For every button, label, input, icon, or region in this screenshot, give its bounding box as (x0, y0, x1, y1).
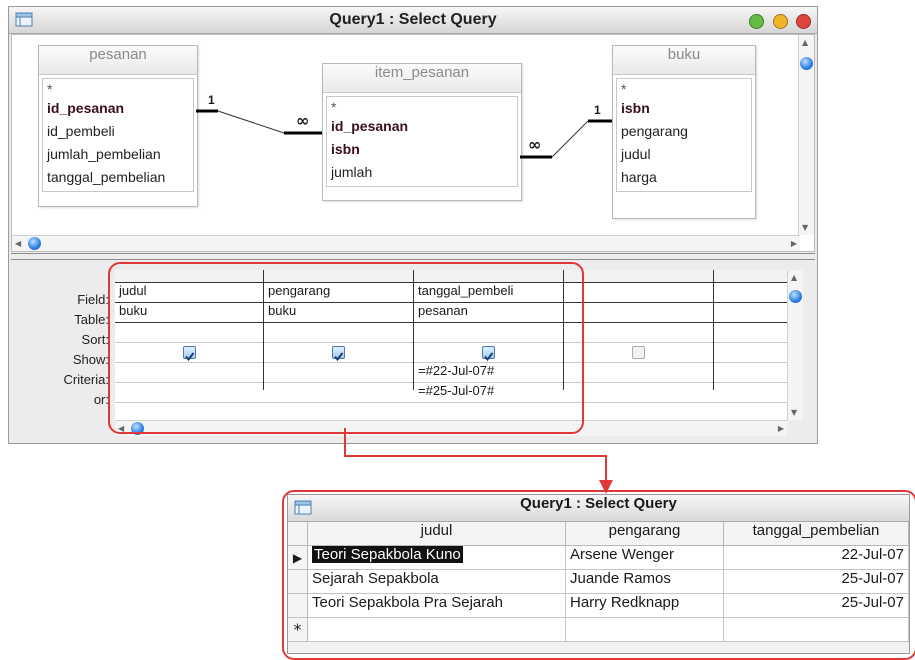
design-title-bar: Query1 : Select Query (9, 7, 817, 34)
show-checkbox[interactable] (632, 346, 645, 359)
table-pane[interactable]: pesanan * id_pesanan id_pembeli jumlah_p… (11, 34, 815, 252)
row-label-show: Show: (72, 352, 109, 367)
row-label-field: Field: (77, 292, 109, 307)
scroll-up-arrow-icon[interactable]: ▲ (802, 38, 808, 47)
row-label-sort: Sort: (81, 332, 109, 347)
relation-line-pesanan (217, 110, 285, 134)
scroll-thumb[interactable] (789, 290, 802, 303)
design-window-title: Query1 : Select Query (329, 11, 497, 28)
scroll-down-arrow-icon[interactable]: ▼ (791, 408, 797, 417)
scroll-left-arrow-icon[interactable]: ◀ (15, 239, 21, 248)
relation-one-label: 1 (208, 93, 215, 107)
row-label-table: Table: (74, 312, 109, 327)
relation-line-buku (551, 120, 589, 158)
close-button[interactable] (796, 14, 811, 29)
row-label-or: or: (93, 392, 109, 407)
pane-splitter[interactable] (11, 253, 815, 260)
scroll-thumb[interactable] (28, 237, 41, 250)
connector-arrow (344, 428, 613, 494)
tables-vertical-scrollbar[interactable]: ▲ ▼ (798, 35, 814, 235)
scroll-down-arrow-icon[interactable]: ▼ (802, 223, 808, 232)
scroll-right-arrow-icon[interactable]: ▶ (778, 424, 784, 433)
highlight-result-box (282, 490, 915, 660)
scroll-right-arrow-icon[interactable]: ▶ (791, 239, 797, 248)
highlight-grid-box (108, 262, 584, 434)
relation-many-label: ∞ (528, 135, 542, 154)
relationship-lines (196, 109, 612, 159)
relation-many-label: ∞ (296, 111, 310, 130)
relation-one-label: 1 (594, 103, 601, 117)
scroll-thumb[interactable] (800, 57, 813, 70)
tables-horizontal-scrollbar[interactable]: ◀ ▶ (12, 235, 800, 251)
query-window-icon (15, 12, 33, 27)
minimize-button[interactable] (772, 14, 788, 29)
grid-vertical-scrollbar[interactable]: ▲ ▼ (787, 270, 803, 420)
row-label-criteria: Criteria: (63, 372, 109, 387)
scroll-up-arrow-icon[interactable]: ▲ (791, 273, 797, 282)
zoom-button[interactable] (749, 14, 765, 29)
